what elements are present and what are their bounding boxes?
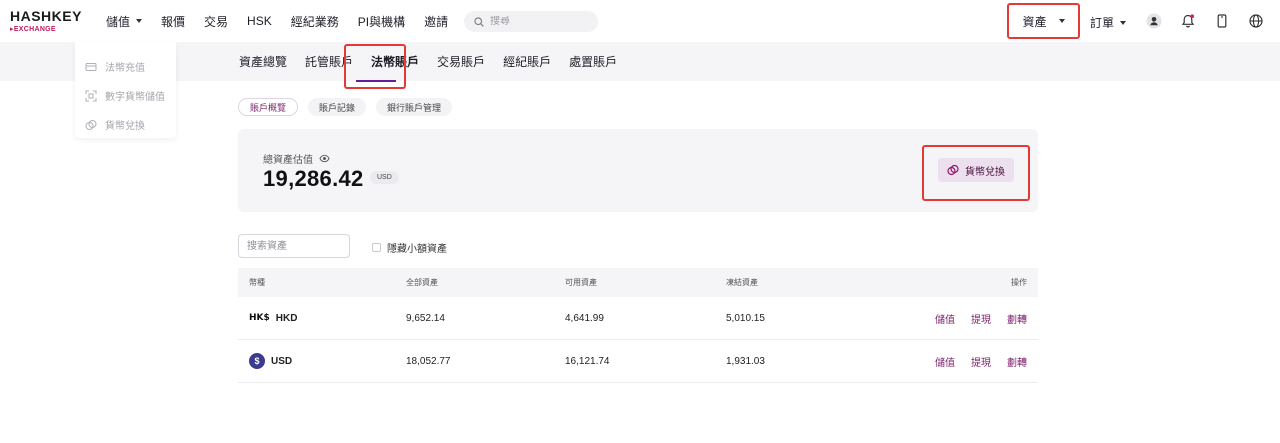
bell-icon[interactable] — [1180, 13, 1196, 29]
dropdown-item-currency-exchange[interactable]: 貨幣兌換 — [75, 110, 176, 139]
hkd-icon: HK$ — [249, 313, 270, 323]
tab-disposal-account[interactable]: 處置賬戶 — [569, 53, 617, 70]
search-icon — [474, 16, 484, 27]
hide-small-assets-label: 隱藏小額資產 — [387, 244, 447, 255]
hide-small-assets-checkbox[interactable] — [372, 243, 381, 252]
chevron-down-icon — [1058, 19, 1065, 23]
hide-small-assets-toggle[interactable]: 隱藏小額資產 — [372, 240, 447, 255]
currency-exchange-button[interactable]: 貨幣兌換 — [938, 158, 1014, 182]
withdraw-link[interactable]: 提現 — [971, 311, 991, 326]
nav-item-invite[interactable]: 邀請 — [424, 13, 448, 30]
currency-cell: $ USD — [249, 340, 292, 382]
tab-asset-overview[interactable]: 資產總覽 — [239, 53, 287, 70]
exchange-icon — [85, 119, 97, 130]
total-asset-unit: USD — [370, 171, 399, 184]
nav-item-deposit[interactable]: 儲值 — [106, 13, 143, 30]
dropdown-item-label: 法幣充值 — [105, 63, 145, 74]
asset-menu[interactable]: 資產 — [1007, 3, 1080, 39]
currency-name: HKD — [275, 312, 298, 324]
account-tabs-bar — [0, 42, 1280, 81]
withdraw-link[interactable]: 提現 — [971, 354, 991, 369]
total-cell: 9,652.14 — [406, 312, 445, 324]
logo-text-bottom: ▸EXCHANGE — [10, 26, 56, 33]
nav-item-hsk[interactable]: HSK — [247, 14, 272, 28]
fiat-asset-table: 幣種 全部資產 可用資產 凍結資產 操作 HK$ HKD 9,652.14 4,… — [238, 268, 1038, 383]
tab-brokerage-account[interactable]: 經紀賬戶 — [503, 53, 551, 70]
scan-icon — [85, 90, 97, 101]
hashkey-logo[interactable]: HASHKEY ▸EXCHANGE — [10, 9, 82, 35]
table-header: 幣種 全部資產 可用資產 凍結資產 操作 — [238, 268, 1038, 297]
transfer-link[interactable]: 劃轉 — [1007, 354, 1027, 369]
total-asset-value: 19,286.42 — [263, 166, 364, 191]
asset-menu-label: 資產 — [1022, 14, 1047, 29]
nav-item-trade[interactable]: 交易 — [204, 13, 228, 30]
table-row: HK$ HKD 9,652.14 4,641.99 5,010.15 儲值 提現… — [238, 297, 1038, 340]
total-cell: 18,052.77 — [406, 355, 451, 367]
dropdown-item-label: 貨幣兌換 — [105, 121, 145, 132]
exchange-icon — [947, 164, 959, 176]
sub-tabs: 賬戶概覽 賬戶記錄 銀行賬戶管理 — [238, 98, 462, 116]
subtab-account-records[interactable]: 賬戶記錄 — [308, 98, 367, 116]
tab-trading-account[interactable]: 交易賬戶 — [437, 53, 485, 70]
nav-item-label: 儲值 — [106, 14, 131, 29]
dropdown-item-crypto-deposit[interactable]: 數字貨幣儲值 — [75, 81, 176, 110]
asset-search-input[interactable] — [238, 234, 350, 258]
frozen-cell: 5,010.15 — [726, 312, 765, 324]
deposit-link[interactable]: 儲值 — [935, 311, 955, 326]
eye-icon[interactable] — [319, 153, 330, 164]
highlight-box-exchange: 貨幣兌換 — [922, 145, 1030, 201]
order-menu[interactable]: 訂單 — [1090, 14, 1127, 31]
transfer-link[interactable]: 劃轉 — [1007, 311, 1027, 326]
currency-exchange-label: 貨幣兌換 — [965, 166, 1005, 178]
user-icon[interactable] — [1146, 13, 1162, 29]
highlight-box-fiat-tab — [344, 44, 406, 89]
main-nav: 儲值 報價 交易 HSK 經紀業務 PI與機構 邀請 社區 — [106, 0, 510, 42]
deposit-dropdown: 法幣充值 數字貨幣儲值 貨幣兌換 — [75, 42, 176, 138]
global-search[interactable] — [464, 11, 598, 32]
asset-summary-card: 總資產估值 19,286.42 USD 貨幣兌換 — [238, 129, 1038, 212]
dropdown-item-fiat-deposit[interactable]: 法幣充值 — [75, 52, 176, 81]
table-row: $ USD 18,052.77 16,121.74 1,931.03 儲值 提現… — [238, 340, 1038, 383]
chevron-down-icon — [1120, 20, 1127, 25]
globe-icon[interactable] — [1248, 13, 1264, 29]
header-total: 全部資產 — [406, 278, 438, 287]
order-menu-label: 訂單 — [1090, 16, 1115, 30]
top-nav: HASHKEY ▸EXCHANGE 儲值 報價 交易 HSK 經紀業務 PI與機… — [0, 0, 1280, 42]
header-available: 可用資產 — [565, 278, 597, 287]
nav-item-markets[interactable]: 報價 — [161, 13, 185, 30]
nav-item-pi-institution[interactable]: PI與機構 — [358, 13, 405, 30]
chevron-down-icon — [136, 19, 143, 23]
currency-cell: HK$ HKD — [249, 297, 297, 339]
deposit-link[interactable]: 儲值 — [935, 354, 955, 369]
subtab-account-overview[interactable]: 賬戶概覽 — [238, 98, 299, 116]
nav-item-brokerage[interactable]: 經紀業務 — [291, 13, 339, 30]
total-asset-label: 總資產估值 — [263, 151, 330, 166]
header-actions: 操作 — [1011, 278, 1027, 287]
actions-cell: 儲值 提現 劃轉 — [919, 297, 1027, 339]
currency-name: USD — [271, 355, 293, 367]
available-cell: 16,121.74 — [565, 355, 610, 367]
frozen-cell: 1,931.03 — [726, 355, 765, 367]
account-tabs: 資產總覽 託管賬戶 法幣賬戶 交易賬戶 經紀賬戶 處置賬戶 — [239, 42, 635, 81]
usd-icon: $ — [249, 353, 265, 369]
card-icon — [85, 62, 97, 71]
header-frozen: 凍結資產 — [726, 278, 758, 287]
available-cell: 4,641.99 — [565, 312, 604, 324]
dropdown-item-label: 數字貨幣儲值 — [105, 92, 165, 103]
total-asset-label-text: 總資產估值 — [263, 155, 313, 166]
logo-text-top: HASHKEY — [10, 8, 82, 24]
global-search-input[interactable] — [490, 16, 590, 27]
actions-cell: 儲值 提現 劃轉 — [919, 340, 1027, 382]
header-currency: 幣種 — [249, 278, 265, 287]
subtab-bank-account-management[interactable]: 銀行賬戶管理 — [376, 98, 453, 116]
phone-icon[interactable] — [1214, 13, 1230, 29]
